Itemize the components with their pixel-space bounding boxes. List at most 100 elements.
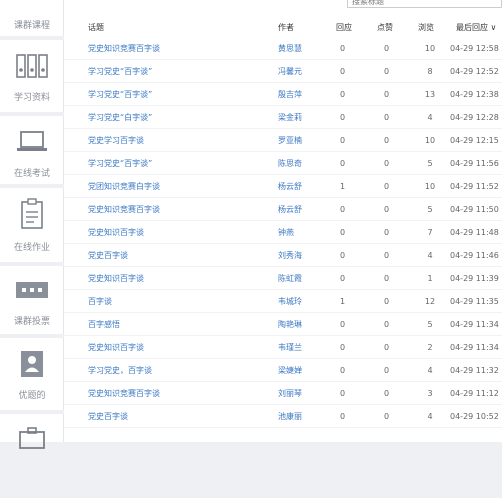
topic-title-link[interactable]: 党史知识竞赛百字谈 bbox=[88, 44, 160, 54]
header-title[interactable]: 话题 bbox=[88, 22, 104, 33]
reply-count: 0 bbox=[340, 44, 346, 53]
topic-title-link[interactable]: 党史百字谈 bbox=[88, 251, 128, 261]
like-count: 0 bbox=[384, 412, 390, 421]
view-count: 10 bbox=[424, 136, 436, 145]
table-row[interactable]: 党史知识百字谈 韦瑾兰 0 0 2 04-29 11:34 bbox=[64, 336, 502, 359]
header-author[interactable]: 作者 bbox=[278, 22, 294, 33]
table-row[interactable]: 学习党史“百字谈” 冯馨元 0 0 8 04-29 12:52 bbox=[64, 60, 502, 83]
sidebar-divider bbox=[0, 410, 64, 414]
last-reply-time: 04-29 11:34 bbox=[450, 343, 499, 352]
table-row[interactable]: 党团知识竞赛白字谈 杨云舒 1 0 10 04-29 11:52 bbox=[64, 175, 502, 198]
topic-title-link[interactable]: 党史百字谈 bbox=[88, 412, 128, 422]
topic-list-panel: 话题 作者 回应 点赞 浏览 最后回应 ∨ 党史知识竞赛百字谈黄思慧001004… bbox=[64, 0, 502, 442]
author-link[interactable]: 韦瑾兰 bbox=[278, 343, 302, 353]
like-count: 0 bbox=[384, 274, 390, 283]
header-view[interactable]: 浏览 bbox=[418, 22, 434, 33]
like-count: 0 bbox=[384, 297, 390, 306]
topic-title-link[interactable]: 学习党史“白字谈” bbox=[88, 113, 152, 123]
table-row[interactable]: 党史知识百字谈 陈虹霞 0 0 1 04-29 11:39 bbox=[64, 267, 502, 290]
sidebar-item-course[interactable]: 课群课程 bbox=[0, 0, 64, 54]
search-input[interactable] bbox=[347, 0, 502, 8]
author-link[interactable]: 杨云舒 bbox=[278, 182, 302, 192]
like-count: 0 bbox=[384, 159, 390, 168]
author-link[interactable]: 刘秀海 bbox=[278, 251, 302, 261]
last-reply-time: 04-29 12:28 bbox=[450, 113, 499, 122]
author-link[interactable]: 殷吉萍 bbox=[278, 90, 302, 100]
topic-title-link[interactable]: 百字感悟 bbox=[88, 320, 120, 330]
author-link[interactable]: 陶艳琳 bbox=[278, 320, 302, 330]
topic-title-link[interactable]: 学习党史“百字谈” bbox=[88, 90, 152, 100]
table-row[interactable]: 学习党史“百字谈” 陈思奇 0 0 5 04-29 11:56 bbox=[64, 152, 502, 175]
table-row[interactable]: 党史学习百字谈 罗亚楠 0 0 10 04-29 12:15 bbox=[64, 129, 502, 152]
author-link[interactable]: 杨云舒 bbox=[278, 205, 302, 215]
last-reply-time: 04-29 10:52 bbox=[450, 412, 499, 421]
topic-title-link[interactable]: 党史学习百字谈 bbox=[88, 136, 144, 146]
last-reply-time: 04-29 11:56 bbox=[450, 159, 499, 168]
view-count: 4 bbox=[427, 113, 433, 122]
sidebar-item-label: 课群投票 bbox=[13, 317, 50, 327]
author-link[interactable]: 冯馨元 bbox=[278, 67, 302, 77]
topic-title-link[interactable]: 党史知识竞赛百字谈 bbox=[88, 389, 160, 399]
view-count: 5 bbox=[427, 205, 433, 214]
topic-title-link[interactable]: 党史知识竞赛百字谈 bbox=[88, 205, 160, 215]
topic-title-link[interactable]: 党史知识百字谈 bbox=[88, 343, 144, 353]
like-count: 0 bbox=[384, 320, 390, 329]
table-row[interactable]: 党史百字谈 刘秀海 0 0 4 04-29 11:46 bbox=[64, 244, 502, 267]
last-reply-time: 04-29 11:48 bbox=[450, 228, 499, 237]
table-row[interactable]: 党史知识竞赛百字谈 刘丽琴 0 0 3 04-29 11:12 bbox=[64, 382, 502, 405]
last-reply-time: 04-29 12:15 bbox=[450, 136, 499, 145]
topic-title-link[interactable]: 学习党史“百字谈” bbox=[88, 67, 152, 77]
reply-count: 0 bbox=[340, 274, 346, 283]
like-count: 0 bbox=[384, 44, 390, 53]
sidebar-divider bbox=[0, 334, 64, 338]
author-link[interactable]: 梁婕婵 bbox=[278, 366, 302, 376]
topic-title-link[interactable]: 学习党史，百字谈 bbox=[88, 366, 152, 376]
author-link[interactable]: 池康丽 bbox=[278, 412, 302, 422]
table-row[interactable]: 学习党史，百字谈 梁婕婵 0 0 4 04-29 11:32 bbox=[64, 359, 502, 382]
author-link[interactable]: 梁金莉 bbox=[278, 113, 302, 123]
table-row[interactable]: 百字谈 韦城玲 1 0 12 04-29 11:35 bbox=[64, 290, 502, 313]
reply-count: 0 bbox=[340, 159, 346, 168]
header-last-reply-sort[interactable]: 最后回应 ∨ bbox=[456, 22, 496, 33]
table-row[interactable]: 党史知识竞赛百字谈 杨云舒 0 0 5 04-29 11:50 bbox=[64, 198, 502, 221]
topic-title-link[interactable]: 党史知识百字谈 bbox=[88, 274, 144, 284]
sidebar-item-label: 课群课程 bbox=[13, 21, 50, 31]
topic-title-link[interactable]: 学习党史“百字谈” bbox=[88, 159, 152, 169]
topic-title-link[interactable]: 百字谈 bbox=[88, 297, 112, 307]
author-link[interactable]: 韦城玲 bbox=[278, 297, 302, 307]
last-reply-time: 04-29 11:12 bbox=[450, 389, 499, 398]
last-reply-time: 04-29 11:32 bbox=[450, 366, 499, 375]
like-count: 0 bbox=[384, 113, 390, 122]
author-link[interactable]: 罗亚楠 bbox=[278, 136, 302, 146]
header-reply[interactable]: 回应 bbox=[336, 22, 352, 33]
last-reply-time: 04-29 11:46 bbox=[450, 251, 499, 260]
author-link[interactable]: 陈思奇 bbox=[278, 159, 302, 169]
sidebar-item-label: 在线考试 bbox=[13, 169, 50, 179]
like-count: 0 bbox=[384, 389, 390, 398]
topic-title-link[interactable]: 党团知识竞赛白字谈 bbox=[88, 182, 160, 192]
sidebar-item-vote[interactable]: 课群投票 bbox=[0, 272, 64, 350]
course-icon bbox=[14, 0, 50, 12]
reply-count: 0 bbox=[340, 366, 346, 375]
table-row[interactable]: 党史知识竞赛百字谈 黄思慧 0 0 10 04-29 12:58 bbox=[64, 37, 502, 60]
author-link[interactable]: 黄思慧 bbox=[278, 44, 302, 54]
sidebar-divider bbox=[0, 36, 64, 40]
sidebar-item-more[interactable] bbox=[0, 420, 64, 498]
like-count: 0 bbox=[384, 67, 390, 76]
table-row[interactable]: 学习党史“百字谈” 殷吉萍 0 0 13 04-29 12:38 bbox=[64, 83, 502, 106]
table-row[interactable]: 学习党史“白字谈” 梁金莉 0 0 4 04-29 12:28 bbox=[64, 106, 502, 129]
view-count: 4 bbox=[427, 412, 433, 421]
author-link[interactable]: 钟燕 bbox=[278, 228, 294, 238]
table-row[interactable]: 党史百字谈 池康丽 0 0 4 04-29 10:52 bbox=[64, 405, 502, 428]
topic-title-link[interactable]: 党史知识百字谈 bbox=[88, 228, 144, 238]
table-row[interactable]: 百字感悟 陶艳琳 0 0 5 04-29 11:34 bbox=[64, 313, 502, 336]
author-link[interactable]: 刘丽琴 bbox=[278, 389, 302, 399]
header-like[interactable]: 点赞 bbox=[377, 22, 393, 33]
sidebar-item-label: 学习资料 bbox=[13, 93, 50, 103]
last-reply-time: 04-29 11:34 bbox=[450, 320, 499, 329]
author-link[interactable]: 陈虹霞 bbox=[278, 274, 302, 284]
like-count: 0 bbox=[384, 182, 390, 191]
like-count: 0 bbox=[384, 228, 390, 237]
sidebar-item-exam[interactable]: 在线考试 bbox=[0, 124, 64, 202]
table-row[interactable]: 党史知识百字谈 钟燕 0 0 7 04-29 11:48 bbox=[64, 221, 502, 244]
